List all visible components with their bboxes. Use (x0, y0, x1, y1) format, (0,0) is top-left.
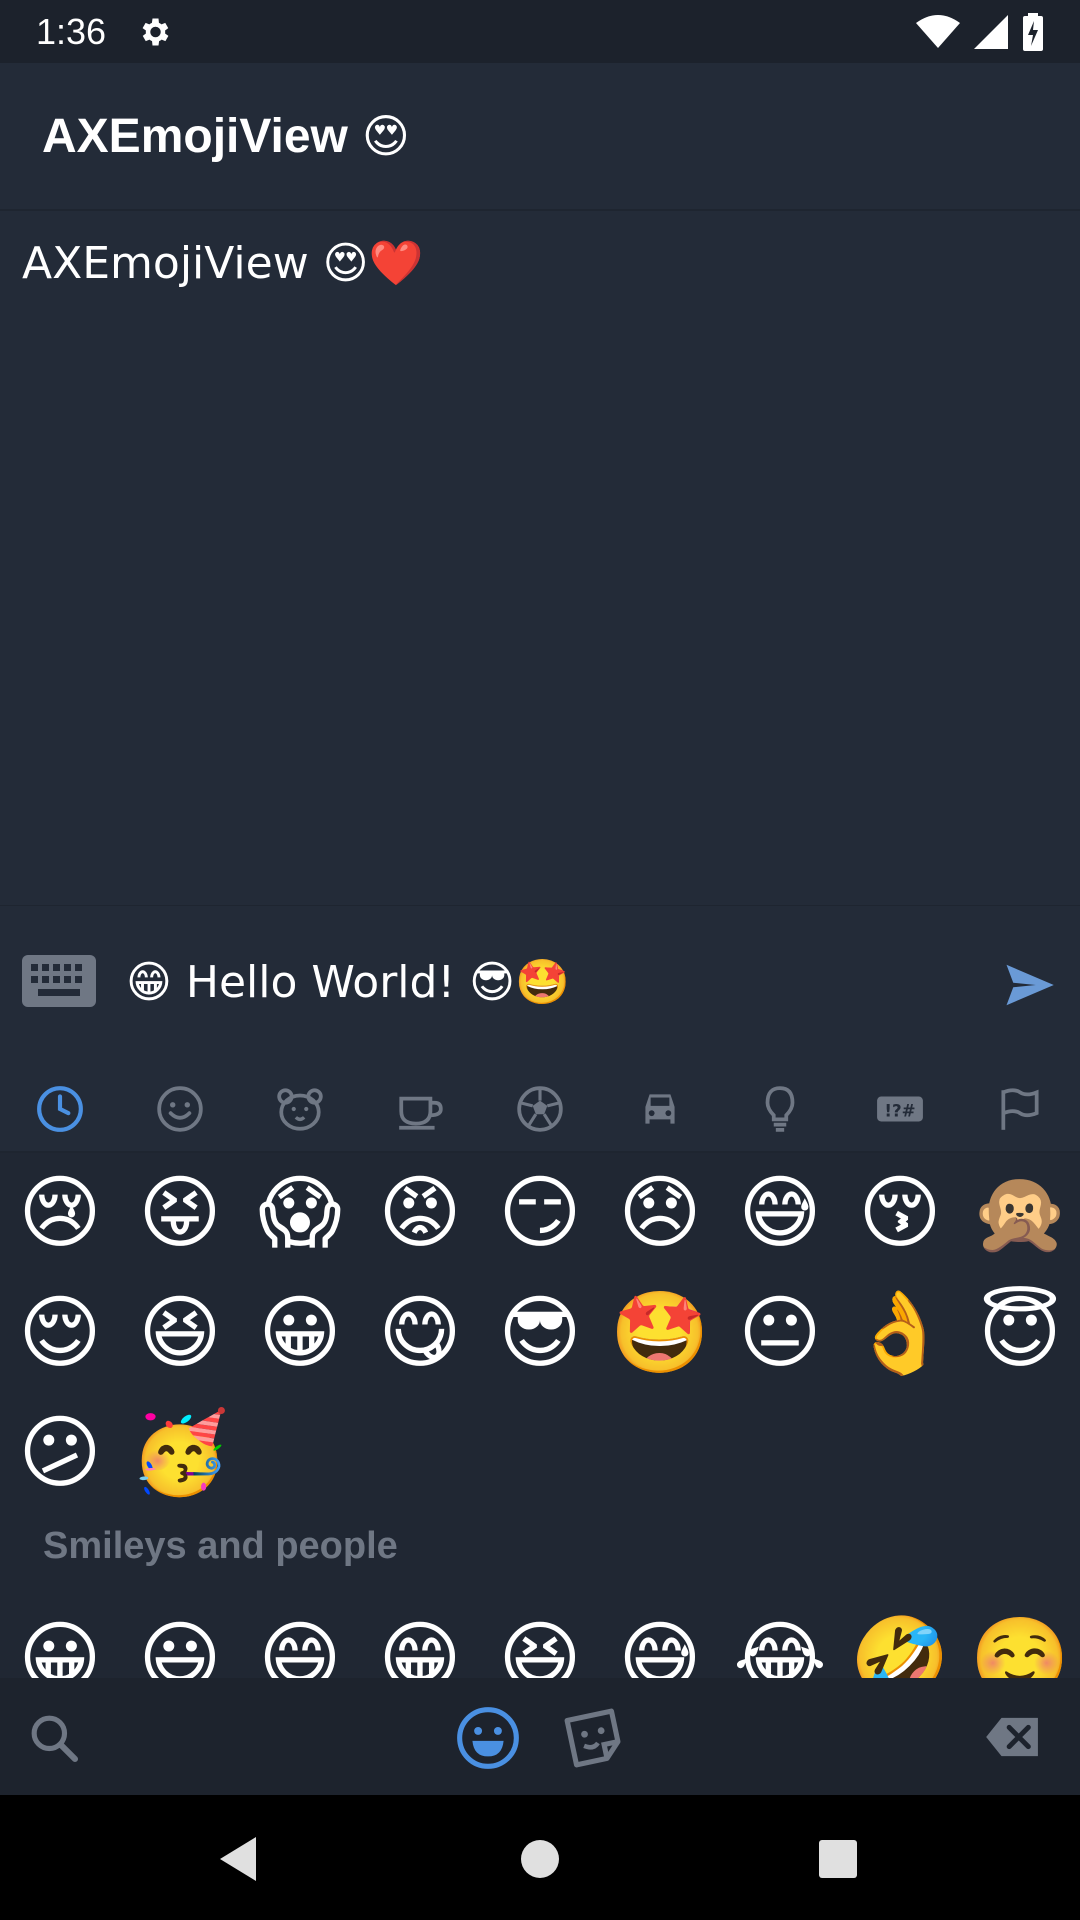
emoji-key[interactable]: 😁 (360, 1599, 480, 1679)
emoji-key[interactable]: 😌 (0, 1273, 120, 1393)
food-icon (399, 1096, 443, 1130)
emoji-key[interactable]: 😅 (720, 1153, 840, 1273)
emoji-key[interactable]: 🤩 (600, 1273, 720, 1393)
emoji-key[interactable]: 😀 (0, 1599, 120, 1679)
status-bar: 1:36 (0, 0, 1080, 63)
emoji-grid: 😢 😝 😱 😡 😏 😞 😅 😚 🙊 😌 😆 😀 😋 😎 🤩 😐 👌 😇 😕 🥳 … (0, 1153, 1080, 1678)
search-icon[interactable] (26, 1710, 82, 1766)
tab-flags[interactable] (960, 1065, 1080, 1153)
tab-food[interactable] (360, 1065, 480, 1153)
emoji-key[interactable]: 😢 (0, 1153, 120, 1273)
emoji-key[interactable]: 🙊 (960, 1153, 1080, 1273)
symbols-icon: !?# (877, 1096, 923, 1122)
recent-emoji-row-2: 😌 😆 😀 😋 😎 🤩 😐 👌 😇 (0, 1273, 1080, 1393)
nav-recents-icon[interactable] (818, 1839, 858, 1879)
emoji-key[interactable]: 😐 (720, 1273, 840, 1393)
send-icon[interactable] (1002, 958, 1056, 1012)
smiley-icon (157, 1086, 203, 1132)
tab-symbols[interactable]: !?# (840, 1065, 960, 1153)
objects-icon (765, 1086, 795, 1132)
emoji-key[interactable]: 🥳 (120, 1393, 240, 1513)
flags-icon (1001, 1088, 1039, 1130)
emoji-category-tabs: !?# (0, 1065, 1080, 1153)
section-title: Smileys and people (43, 1525, 398, 1567)
emoji-key[interactable]: 😃 (120, 1599, 240, 1679)
recent-emoji-row-3: 😕 🥳 (0, 1393, 1080, 1513)
emoji-key[interactable]: 😱 (240, 1153, 360, 1273)
message-input[interactable]: 😁 Hello World! 😎🤩 (126, 956, 570, 1008)
travel-icon (645, 1094, 675, 1124)
emoji-key[interactable]: 🤣 (840, 1599, 960, 1679)
keyboard-toggle-icon[interactable] (22, 955, 96, 1007)
smileys-emoji-row: 😀 😃 😄 😁 😆 😅 😂 🤣 ☺️ (0, 1599, 1080, 1679)
emoji-key[interactable]: 😏 (480, 1153, 600, 1273)
emoji-bottom-bar (0, 1678, 1080, 1795)
app-title: AXEmojiView (42, 109, 348, 163)
svg-text:!?#: !?# (884, 1101, 915, 1120)
nav-back-icon[interactable] (216, 1835, 260, 1883)
emoji-key[interactable]: 😡 (360, 1153, 480, 1273)
tab-objects[interactable] (720, 1065, 840, 1153)
emoji-key[interactable]: 😅 (600, 1599, 720, 1679)
sticker-page-icon[interactable] (560, 1704, 628, 1772)
nav-home-icon[interactable] (520, 1839, 560, 1879)
emoji-key[interactable]: 😕 (0, 1393, 120, 1513)
tab-activity[interactable] (480, 1065, 600, 1153)
message-area: AXEmojiView 😍❤️ (0, 213, 1080, 903)
emoji-key[interactable]: 😚 (840, 1153, 960, 1273)
emoji-key[interactable]: 😆 (120, 1273, 240, 1393)
system-nav-bar (0, 1795, 1080, 1920)
emoji-key[interactable]: 👌 (840, 1273, 960, 1393)
emoji-key[interactable]: 😎 (480, 1273, 600, 1393)
emoji-key[interactable]: 😞 (600, 1153, 720, 1273)
app-bar: AXEmojiView 😍 (0, 63, 1080, 211)
status-time: 1:36 (36, 10, 107, 52)
recent-icon (37, 1086, 83, 1132)
activity-icon (517, 1086, 563, 1132)
emoji-key[interactable]: 😝 (120, 1153, 240, 1273)
tab-animals[interactable] (240, 1065, 360, 1153)
message-text: AXEmojiView 😍❤️ (22, 238, 424, 289)
input-bar: 😁 Hello World! 😎🤩 (0, 905, 1080, 1065)
emoji-key[interactable]: 😆 (480, 1599, 600, 1679)
tab-smileys[interactable] (120, 1065, 240, 1153)
backspace-icon[interactable] (984, 1714, 1042, 1760)
emoji-page-icon[interactable] (454, 1704, 522, 1772)
wifi-icon (916, 14, 960, 48)
settings-gear-icon (142, 18, 169, 45)
emoji-key[interactable]: 😂 (720, 1599, 840, 1679)
tab-recent[interactable] (0, 1065, 120, 1153)
emoji-key[interactable]: ☺️ (960, 1599, 1080, 1679)
emoji-key[interactable]: 😀 (240, 1273, 360, 1393)
emoji-key[interactable]: 😋 (360, 1273, 480, 1393)
emoji-key[interactable]: 😄 (240, 1599, 360, 1679)
animal-icon (277, 1088, 323, 1131)
emoji-key[interactable]: 😇 (960, 1273, 1080, 1393)
battery-icon (1023, 12, 1043, 51)
tab-travel[interactable] (600, 1065, 720, 1153)
cell-signal-icon (974, 14, 1008, 49)
title-emoji: 😍 (361, 109, 410, 163)
recent-emoji-row-1: 😢 😝 😱 😡 😏 😞 😅 😚 🙊 (0, 1153, 1080, 1273)
